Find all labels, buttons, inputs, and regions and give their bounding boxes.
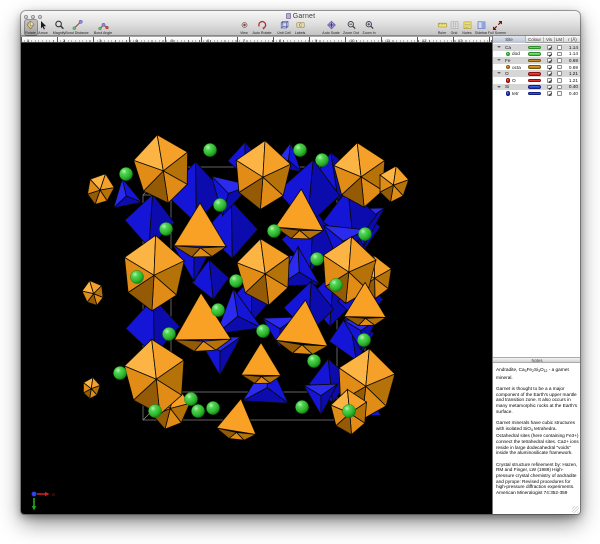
svg-text:a: a	[52, 492, 55, 498]
